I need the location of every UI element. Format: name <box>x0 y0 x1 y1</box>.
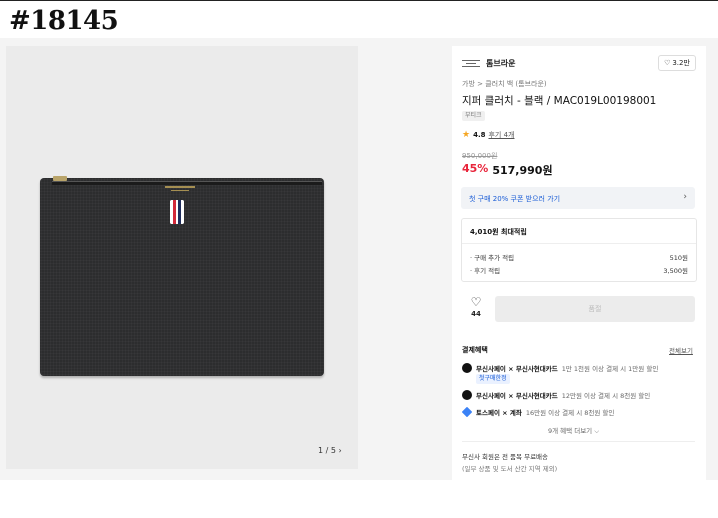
original-price: 950,000원 <box>462 152 498 160</box>
points-row-label: · 후기 적립 <box>470 267 501 275</box>
product-title: 지퍼 클러치 - 블랙 / MAC019L00198001 <box>462 95 657 107</box>
more-benefits-toggle[interactable]: 9개 혜택 더보기 ⌵ <box>548 425 599 436</box>
points-max: 4,010원 최대적립 <box>470 228 527 236</box>
benefit-item: 무신사페이 × 무신사현대카드 1만 1천원 이상 결제 시 1만원 할인 <box>462 363 658 373</box>
brand-link[interactable]: 톰브라운 <box>462 56 515 70</box>
brand-name: 톰브라운 <box>486 58 516 68</box>
benefit-text: 12만원 이상 결제 시 8천원 할인 <box>561 392 651 400</box>
heart-icon: ♡ <box>664 59 671 67</box>
divider <box>462 243 696 244</box>
benefit-title: 무신사페이 × 무신사현대카드 <box>476 365 558 373</box>
points-row-label: · 구매 추가 적립 <box>470 254 515 262</box>
breadcrumb[interactable]: 가방 > 클러치 백 (톰브라운) <box>462 79 547 89</box>
sold-out-button[interactable]: 품절 <box>495 296 695 322</box>
points-row-value: 510원 <box>669 254 688 262</box>
shipping-info: 무신사 회원은 전 품목 무료배송 <box>462 453 549 461</box>
musinsa-pay-icon <box>462 390 472 400</box>
boutique-chip: 부티크 <box>462 111 485 121</box>
pouch-zipper <box>52 181 322 185</box>
rating-score: 4.8 <box>473 131 486 139</box>
benefit-item: 무신사페이 × 무신사현대카드 12만원 이상 결제 시 8천원 할인 <box>462 390 650 400</box>
brand-like-button[interactable]: ♡ 3.2만 <box>658 55 696 71</box>
points-row-value: 3,500원 <box>663 267 688 275</box>
brand-stamp <box>165 186 195 194</box>
like-button[interactable]: ♡ 44 <box>462 296 490 324</box>
chevron-right-icon: › <box>683 192 687 202</box>
benefits-see-all-link[interactable]: 전체보기 <box>669 345 693 355</box>
brand-like-count: 3.2만 <box>672 59 690 67</box>
shipping-note: (일부 상품 및 도서 산간 지역 제외) <box>462 465 558 473</box>
zipper-pull <box>53 176 67 181</box>
gallery-pager[interactable]: 1 / 5 › <box>318 446 342 455</box>
screenshot-id: #18145 <box>9 6 119 36</box>
benefit-title: 토스페이 × 계좌 <box>476 409 522 417</box>
price-row: 45% 517,990원 <box>462 162 553 178</box>
benefit-title: 무신사페이 × 무신사현대카드 <box>476 392 558 400</box>
first-purchase-tag: 첫구매한정 <box>476 374 510 384</box>
benefit-text: 1만 1천원 이상 결제 시 1만원 할인 <box>561 365 659 373</box>
tricolor-tab <box>170 200 184 224</box>
points-row: · 후기 적립 3,500원 <box>470 265 688 275</box>
points-box: 4,010원 최대적립 · 구매 추가 적립 510원 · 후기 적립 3,50… <box>461 218 697 282</box>
star-icon: ★ <box>462 130 471 140</box>
musinsa-pay-icon <box>462 363 472 373</box>
toss-pay-icon <box>461 406 473 418</box>
first-purchase-coupon-banner[interactable]: 첫 구매 20% 쿠폰 받으러 가기 › <box>461 187 695 209</box>
coupon-text: 첫 구매 20% 쿠폰 받으러 가기 <box>469 195 561 203</box>
divider <box>462 441 695 442</box>
sale-price: 517,990원 <box>492 164 553 177</box>
brand-logo-icon <box>462 58 480 68</box>
review-count-link[interactable]: 후기 4개 <box>488 130 514 140</box>
benefit-item: 토스페이 × 계좌 16만원 이상 결제 시 8천원 할인 <box>461 406 615 418</box>
top-border <box>0 0 718 1</box>
benefits-heading: 결제혜택 <box>462 346 488 354</box>
benefit-text: 16만원 이상 결제 시 8천원 할인 <box>525 409 615 417</box>
like-count: 44 <box>471 310 481 318</box>
heart-icon: ♡ <box>470 295 482 309</box>
rating-row: ★ 4.8 후기 4개 <box>462 130 514 140</box>
points-row: · 구매 추가 적립 510원 <box>470 252 688 262</box>
discount-rate: 45% <box>462 162 489 175</box>
